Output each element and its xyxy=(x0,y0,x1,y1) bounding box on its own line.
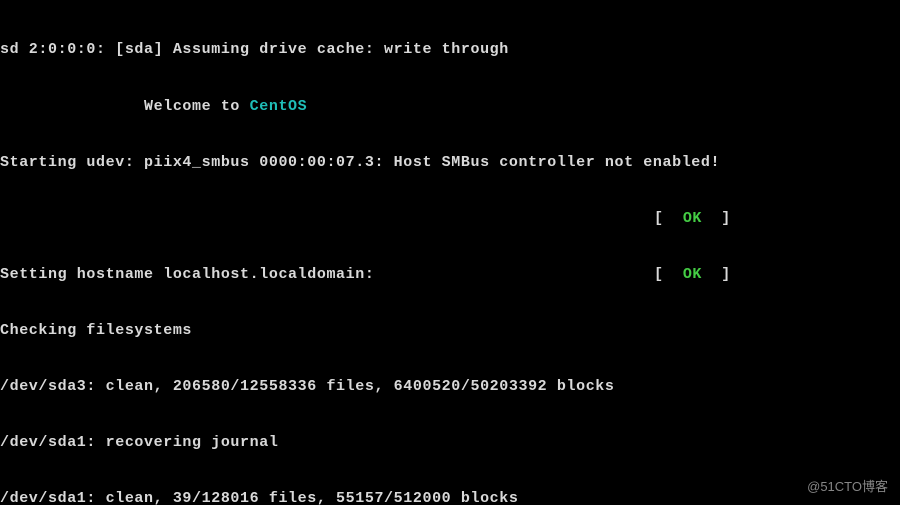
boot-line: Setting hostname localhost.localdomain: [… xyxy=(0,266,900,285)
centos-label: CentOS xyxy=(250,98,308,115)
ok-text: OK xyxy=(683,266,702,283)
boot-line: Checking filesystems xyxy=(0,322,900,341)
status-ok: [ OK ] xyxy=(654,266,731,285)
welcome-line: Welcome to CentOS xyxy=(0,98,900,117)
watermark-label: @51CTO博客 xyxy=(807,478,888,497)
boot-line: /dev/sda1: recovering journal xyxy=(0,434,900,453)
boot-line: [ OK ] xyxy=(0,210,900,229)
boot-line: sd 2:0:0:0: [sda] Assuming drive cache: … xyxy=(0,41,900,60)
bracket-close: ] xyxy=(702,266,731,283)
welcome-prefix: Welcome to xyxy=(0,98,250,115)
bracket-close: ] xyxy=(702,210,731,227)
boot-line: /dev/sda3: clean, 206580/12558336 files,… xyxy=(0,378,900,397)
ok-text: OK xyxy=(683,210,702,227)
status-ok: [ OK ] xyxy=(654,210,731,229)
bracket-open: [ xyxy=(654,266,683,283)
boot-line: /dev/sda1: clean, 39/128016 files, 55157… xyxy=(0,490,900,505)
terminal-output: sd 2:0:0:0: [sda] Assuming drive cache: … xyxy=(0,4,900,505)
line-text: Setting hostname localhost.localdomain: xyxy=(0,266,374,283)
boot-line: Starting udev: piix4_smbus 0000:00:07.3:… xyxy=(0,154,900,173)
bracket-open: [ xyxy=(654,210,683,227)
